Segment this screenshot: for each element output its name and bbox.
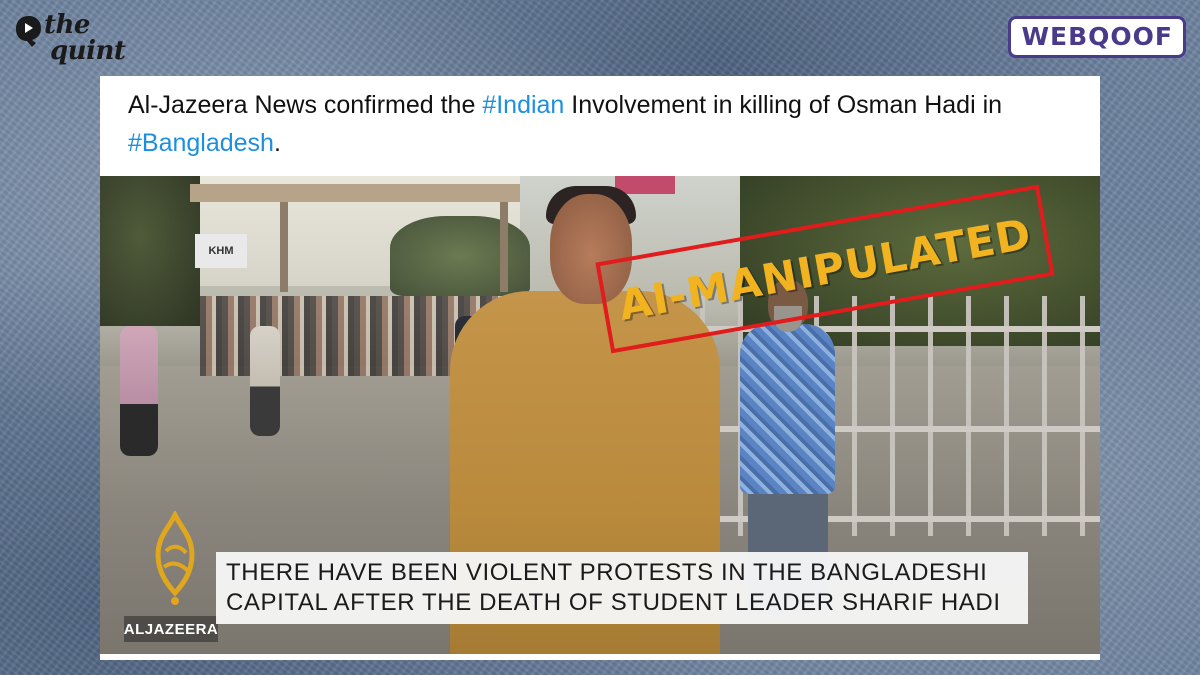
- news-caption-line: THERE HAVE BEEN VIOLENT PROTESTS IN THE …: [226, 559, 988, 586]
- quint-word-quint: quint: [50, 36, 126, 66]
- hashtag-indian-link[interactable]: #Indian: [482, 91, 564, 119]
- video-trees: [390, 216, 530, 296]
- quint-q-icon: [16, 16, 41, 47]
- quint-wordmark: the quint: [44, 10, 126, 66]
- webqoof-logo[interactable]: WEBQOOF: [1008, 16, 1186, 58]
- video-overpass-post: [500, 202, 508, 292]
- tweet-text-segment: Al-Jazeera News confirmed the: [128, 91, 483, 119]
- quint-word-the: the: [44, 10, 90, 40]
- video-frame[interactable]: KHM AI-MANIPULATED ALJAZEERA THERE HAVE …: [100, 176, 1100, 654]
- video-trees: [100, 176, 200, 326]
- tweet-card: Al-Jazeera News confirmed the #Indian In…: [100, 76, 1100, 660]
- video-overpass-post: [280, 202, 288, 292]
- video-street-sign: KHM: [195, 234, 247, 268]
- video-pedestrian: [250, 326, 280, 436]
- hashtag-bangladesh-link[interactable]: #Bangladesh: [128, 129, 274, 157]
- video-overpass: [190, 184, 520, 202]
- tweet-text-segment: .: [273, 129, 281, 157]
- al-jazeera-channel-label: ALJAZEERA: [124, 616, 218, 642]
- news-caption-banner: THERE HAVE BEEN VIOLENT PROTESTS IN THE …: [216, 552, 1028, 624]
- al-jazeera-logo-icon: [155, 511, 195, 605]
- tweet-text: Al-Jazeera News confirmed the #Indian In…: [128, 86, 1088, 162]
- tweet-text-segment: Involvement in killing of Osman Hadi in: [564, 91, 1003, 119]
- video-pedestrian: [120, 326, 158, 456]
- the-quint-logo[interactable]: the quint: [14, 12, 134, 76]
- news-caption-line: CAPITAL AFTER THE DEATH OF STUDENT LEADE…: [226, 589, 1001, 616]
- video-bystander: [740, 324, 835, 494]
